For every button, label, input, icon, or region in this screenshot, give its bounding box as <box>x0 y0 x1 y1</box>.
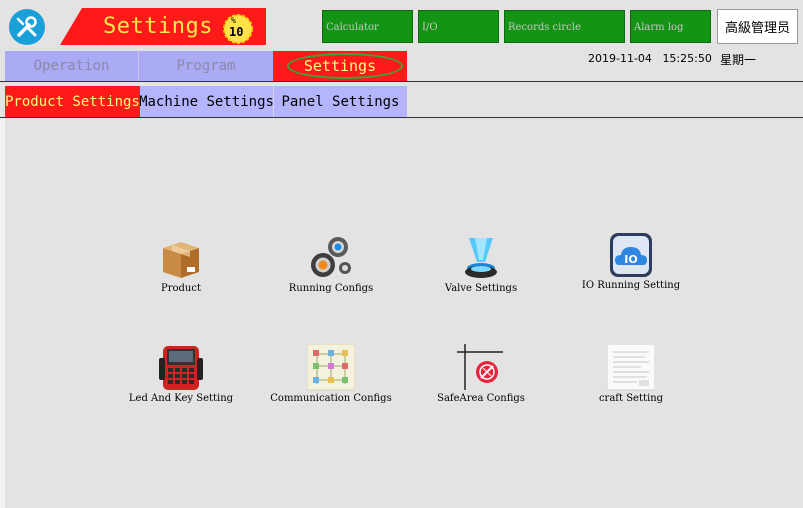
user-button[interactable]: 高級管理员 <box>717 9 798 44</box>
io-button[interactable]: I/O <box>418 10 499 43</box>
product-label: Product <box>161 283 201 294</box>
subtab-machine-settings[interactable]: Machine Settings <box>140 86 274 117</box>
weekday: 星期一 <box>720 53 757 67</box>
tab-program[interactable]: Program <box>139 51 273 81</box>
craft-setting-tile[interactable]: craft Setting <box>561 344 701 424</box>
gears-icon <box>311 237 351 277</box>
time: 15:25:50 <box>662 52 712 65</box>
highlight-ellipse <box>287 53 403 79</box>
page-title: Settings <box>103 14 213 39</box>
calculator-button[interactable]: Calculator <box>322 10 413 43</box>
handheld-pendant-icon <box>159 346 203 390</box>
tools-icon[interactable] <box>9 9 45 45</box>
date: 2019-11-04 <box>588 52 652 65</box>
safearea-configs-label: SafeArea Configs <box>437 393 525 404</box>
led-and-key-setting-label: Led And Key Setting <box>128 393 234 404</box>
subtab-product-settings[interactable]: Product Settings <box>5 86 140 117</box>
subtab-panel-settings[interactable]: Panel Settings <box>274 86 407 117</box>
io-running-setting-label: IO Running Setting <box>581 280 681 291</box>
document-icon <box>607 344 655 391</box>
records-circle-button[interactable]: Records circle <box>504 10 625 43</box>
hologram-icon <box>465 238 497 278</box>
safearea-configs-tile[interactable]: SafeArea Configs <box>411 344 551 424</box>
badge-percent: % <box>231 16 236 25</box>
divider <box>0 117 803 118</box>
communication-configs-label: Communication Configs <box>270 393 392 404</box>
valve-settings-tile[interactable]: Valve Settings <box>411 234 551 314</box>
tab-operation[interactable]: Operation <box>5 51 139 81</box>
network-diagram-icon <box>307 344 355 391</box>
left-border <box>0 118 5 508</box>
badge-value: 10 <box>229 25 244 39</box>
io-running-setting-tile[interactable]: IO IO Running Setting <box>561 231 701 311</box>
running-configs-label: Running Configs <box>288 283 374 294</box>
valve-settings-label: Valve Settings <box>444 283 518 294</box>
running-configs-tile[interactable]: Running Configs <box>261 234 401 314</box>
safe-area-icon <box>457 344 503 390</box>
datetime: 2019-11-04 15:25:50 <box>588 52 712 65</box>
svg-text:IO: IO <box>624 253 637 266</box>
led-and-key-setting-tile[interactable]: Led And Key Setting <box>111 344 251 424</box>
alarm-log-button[interactable]: Alarm log <box>630 10 711 43</box>
communication-configs-tile[interactable]: Communication Configs <box>261 344 401 424</box>
craft-setting-label: craft Setting <box>598 393 664 404</box>
product-tile[interactable]: Product <box>111 234 251 314</box>
divider <box>0 81 803 82</box>
io-cloud-icon: IO <box>610 233 652 277</box>
box-icon <box>163 242 199 278</box>
